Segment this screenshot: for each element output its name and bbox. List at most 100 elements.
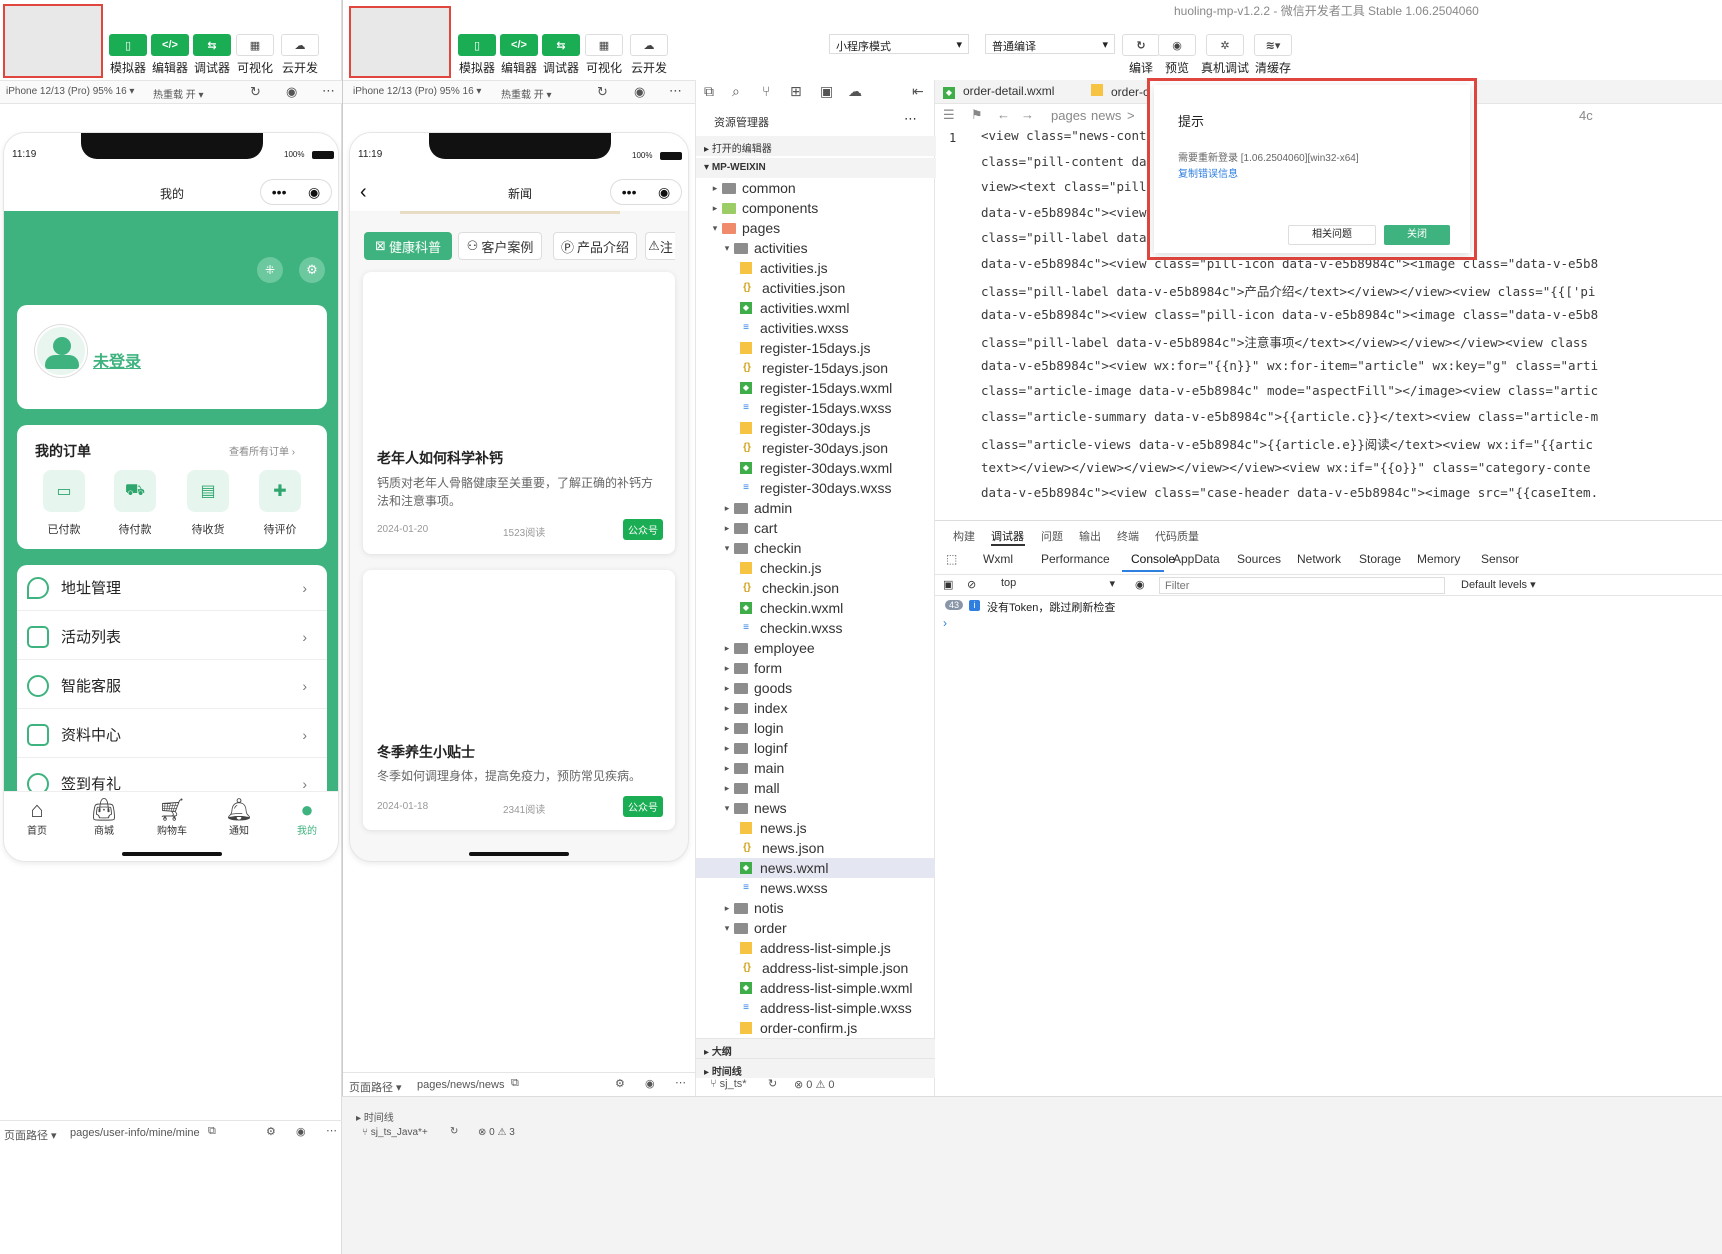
bug-icon[interactable]: ⚙ [615,1077,625,1090]
pill-health[interactable]: ⊠ 健康科普 [364,232,452,260]
path-select[interactable]: 页面路径 ▾ [349,1079,402,1095]
tree-file[interactable]: ≡ news.wxss [696,878,936,898]
debug-tab[interactable]: AppData [1173,552,1220,566]
tree-file[interactable]: {} address-list-simple.json [696,958,936,978]
tree-folder[interactable]: ▸ components [696,198,936,218]
files-icon[interactable]: ⧉ [704,83,714,100]
tree-file[interactable]: checkin.js [696,558,936,578]
tree-folder[interactable]: ▸ common [696,178,936,198]
pill-products[interactable]: Ⓟ 产品介绍 [553,232,637,260]
eye-icon[interactable]: ◉ [1135,578,1145,591]
debug-tab[interactable]: Sources [1237,552,1281,566]
console-prompt[interactable]: › [943,616,947,630]
tree-file[interactable]: ◆ activities.wxml [696,298,936,318]
tree-folder[interactable]: ▾ pages [696,218,936,238]
tree-file[interactable]: {} register-15days.json [696,358,936,378]
underlay-timeline[interactable]: ▸ 时间线 [356,1109,394,1124]
tree-file[interactable]: register-30days.js [696,418,936,438]
pill-notes[interactable]: ⚠ 注 [645,232,675,260]
menu-address[interactable]: 地址管理 › [17,565,327,611]
problems-status[interactable]: ⊗ 0 ⚠ 0 [794,1078,834,1091]
paid-icon[interactable]: ▭ [43,470,85,512]
article-card[interactable]: 老年人如何科学补钙 钙质对老年人骨骼健康至关重要，了解正确的补钙方法和注意事项。… [363,272,675,554]
more-icon[interactable]: ⋯ [675,1076,686,1089]
left-editor-button[interactable]: </> 编辑器 [146,34,194,76]
split-icon[interactable]: ⇤ [912,83,924,100]
menu-docs[interactable]: 资料中心 › [17,712,327,758]
stop-icon[interactable]: ◉ [634,84,645,100]
cloud-icon[interactable]: ☁ [848,83,862,100]
refresh-icon[interactable]: ↻ [597,84,608,100]
tree-file[interactable]: {} activities.json [696,278,936,298]
menu-activities[interactable]: 活动列表 › [17,614,327,660]
login-link[interactable]: 未登录 [93,348,141,372]
debug-top-tab[interactable]: 构建 [953,528,975,544]
search-icon[interactable]: ⌕ [732,83,740,100]
tree-file[interactable]: ≡ checkin.wxss [696,618,936,638]
copy-icon[interactable]: ⧉ [208,1125,216,1138]
receive-icon[interactable]: ▤ [187,470,229,512]
copy-icon[interactable]: ⧉ [511,1077,519,1090]
inspect-icon[interactable]: ⬚ [946,552,957,566]
debug-tab[interactable]: Console [1131,552,1175,566]
cloud-button[interactable]: ☁ 云开发 [625,34,673,76]
tree-file[interactable]: ◆ register-30days.wxml [696,458,936,478]
eye-icon[interactable]: ◉ [645,1077,655,1090]
tree-file[interactable]: {} checkin.json [696,578,936,598]
capsule-button[interactable]: ••• ◉ [610,179,682,205]
debug-tab[interactable]: Wxml [983,552,1013,566]
tree-folder[interactable]: ▸ notis [696,898,936,918]
real-debug-button[interactable]: ✲ 真机调试 [1199,34,1251,76]
menu-checkin[interactable]: 签到有礼 › [17,761,327,791]
tree-file[interactable]: register-15days.js [696,338,936,358]
bug-icon[interactable]: ⚙ [266,1125,276,1138]
tree-file[interactable]: ◆ register-15days.wxml [696,378,936,398]
capsule-button[interactable]: ••• ◉ [260,179,332,205]
debug-tab[interactable]: Sensor [1481,552,1519,566]
pill-cases[interactable]: ⚇ 客户案例 [458,232,542,260]
clear-cache-button[interactable]: ≋▾ 清缓存 [1249,34,1297,76]
left-simulator-button[interactable]: ▯ 模拟器 [104,34,152,76]
tree-file[interactable]: order-confirm.js [696,1018,936,1038]
tree-folder[interactable]: ▾ order [696,918,936,938]
tab-mine[interactable]: ● 我的 [282,798,332,838]
levels-select[interactable]: Default levels ▾ [1461,578,1536,591]
list-icon[interactable]: ☰ [943,107,955,123]
tree-folder[interactable]: ▸ admin [696,498,936,518]
editor-tab[interactable]: ◆ order-detail.wxml [943,84,1054,99]
refresh-icon[interactable]: ↻ [250,84,261,100]
settings-icon[interactable]: ⚙ [299,257,325,283]
debug-tab[interactable]: Performance [1041,552,1110,566]
more-icon[interactable]: ⋯ [669,83,682,99]
article-card[interactable]: 冬季养生小贴士 冬季如何调理身体，提高免疫力，预防常见疾病。 2024-01-1… [363,570,675,830]
menu-service[interactable]: 智能客服 › [17,663,327,709]
tree-file[interactable]: activities.js [696,258,936,278]
branch-status[interactable]: ⑂ sj_ts* [710,1078,747,1090]
compile-select[interactable]: 普通编译 ▾ [985,34,1115,54]
console-filter-input[interactable] [1159,577,1445,594]
context-select[interactable]: top ▾ [995,577,1119,593]
editor-tab[interactable]: order-c [1091,84,1149,99]
extensions-icon[interactable]: ⊞ [790,83,802,100]
tree-folder[interactable]: ▸ goods [696,678,936,698]
debug-tab[interactable]: Memory [1417,552,1460,566]
simulator-button[interactable]: ▯ 模拟器 [453,34,501,76]
tab-mall[interactable]: 👜︎ 商城 [79,798,129,838]
forward-arrow-icon[interactable]: → [1021,107,1034,122]
editor-button[interactable]: </> 编辑器 [495,34,543,76]
tab-notify[interactable]: 🔔︎ 通知 [214,798,264,838]
tree-file[interactable]: ≡ address-list-simple.wxss [696,998,936,1018]
underlay-problems[interactable]: ⊗ 0 ⚠ 3 [478,1127,515,1138]
review-icon[interactable]: ✚ [259,470,301,512]
tree-folder[interactable]: ▸ main [696,758,936,778]
tree-file[interactable]: ≡ register-30days.wxss [696,478,936,498]
underlay-branch[interactable]: ⑂ sj_ts_Java*+ [362,1127,428,1138]
stop-icon[interactable]: ◉ [286,84,297,100]
crumb-news[interactable]: news [1091,108,1121,123]
sidebar-toggle-icon[interactable]: ▣ [943,578,953,591]
tree-folder[interactable]: ▾ news [696,798,936,818]
tree-file[interactable]: news.js [696,818,936,838]
tree-folder[interactable]: ▸ employee [696,638,936,658]
device-select[interactable]: iPhone 12/13 (Pro) 95% 16 ▾ [353,86,481,97]
preview-button[interactable]: ◉ 预览 [1153,34,1201,76]
